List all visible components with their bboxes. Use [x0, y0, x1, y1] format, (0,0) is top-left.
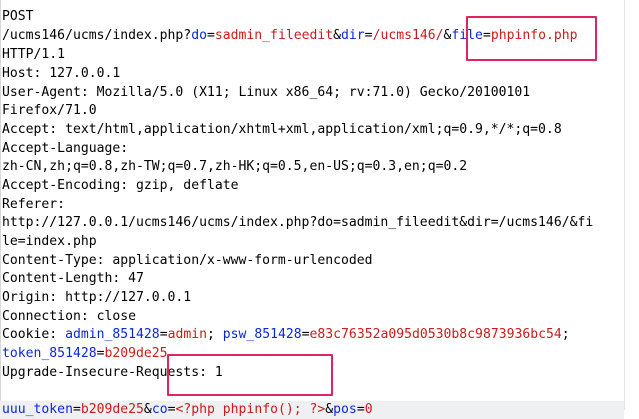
file-param-key: file	[451, 28, 483, 43]
request-protocol: HTTP/1.1	[2, 47, 66, 62]
header-user-agent: User-Agent: Mozilla/5.0 (X11; Linux x86_…	[2, 85, 531, 100]
header-accept-encoding: Accept-Encoding: gzip, deflate	[2, 178, 239, 193]
header-accept: Accept: text/html,application/xhtml+xml,…	[2, 122, 562, 137]
header-content-length: Content-Length: 47	[2, 271, 144, 286]
header-content-type: Content-Type: application/x-www-form-url…	[2, 253, 373, 268]
header-origin: Origin: http://127.0.0.1	[2, 290, 192, 305]
editor-left-border	[0, 0, 1, 410]
vertical-scrollbar[interactable]	[624, 0, 639, 410]
file-param-value: phpinfo.php	[490, 28, 578, 43]
http-request-editor[interactable]: POST /ucms146/ucms/index.php?do=sadmin_f…	[0, 0, 639, 419]
request-url-line: /ucms146/ucms/index.php?do=sadmin_fileed…	[2, 28, 578, 43]
header-user-agent-cont: Firefox/71.0	[2, 103, 97, 118]
header-connection: Connection: close	[2, 309, 137, 324]
header-referer-value-cont: le=index.php	[2, 234, 97, 249]
header-upgrade-insecure: Upgrade-Insecure-Requests: 1	[2, 365, 223, 380]
header-referer-value: http://127.0.0.1/ucms146/ucms/index.php?…	[2, 215, 594, 230]
header-cookie: Cookie: admin_851428=admin; psw_851428=e…	[2, 327, 570, 342]
request-method: POST	[2, 9, 34, 24]
header-accept-language: Accept-Language:	[2, 141, 129, 156]
header-host: Host: 127.0.0.1	[2, 66, 121, 81]
request-body: uuu_token=b209de25&co=<?php phpinfo(); ?…	[2, 402, 373, 417]
header-accept-language-value: zh-CN,zh;q=0.8,zh-TW;q=0.7,zh-HK;q=0.5,e…	[2, 159, 468, 174]
header-referer: Referer:	[2, 197, 66, 212]
header-cookie-cont: token_851428=b209de25	[2, 346, 168, 361]
